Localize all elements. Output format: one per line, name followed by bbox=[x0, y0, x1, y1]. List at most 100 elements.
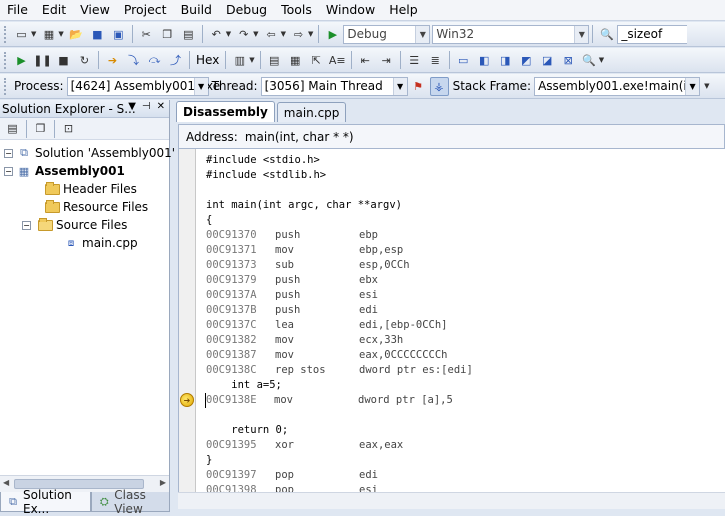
find-icon[interactable]: 🔍 bbox=[580, 51, 599, 70]
continue-icon[interactable]: ▶ bbox=[12, 51, 31, 70]
solution-platform-combo[interactable]: Win32 ▼ bbox=[432, 24, 590, 44]
thread-combo[interactable]: [3056] Main Thread ▼ bbox=[260, 76, 408, 96]
menu-project[interactable]: Project bbox=[117, 0, 174, 20]
collapse-icon[interactable]: − bbox=[4, 148, 13, 158]
chevron-down-icon[interactable]: ▼ bbox=[415, 25, 430, 43]
menu-view[interactable]: View bbox=[73, 0, 117, 20]
flag-threads-icon[interactable]: ⚑ bbox=[409, 77, 428, 96]
comment-out-icon[interactable]: ▤ bbox=[265, 51, 284, 70]
navigate-backward-icon[interactable]: ⇦ bbox=[262, 25, 281, 44]
clear-bookmarks-icon[interactable]: ⊠ bbox=[559, 51, 578, 70]
menu-edit[interactable]: Edit bbox=[35, 0, 73, 20]
paste-icon[interactable]: ▤ bbox=[179, 25, 198, 44]
indicator-margin[interactable]: ➔ bbox=[179, 149, 196, 492]
increase-indent-icon[interactable]: ⇥ bbox=[377, 51, 396, 70]
previous-bookmark-icon[interactable]: ◧ bbox=[475, 51, 494, 70]
toolbar-grip[interactable] bbox=[4, 25, 7, 43]
tab-disassembly[interactable]: Disassembly bbox=[176, 101, 275, 122]
properties-icon[interactable]: ▤ bbox=[3, 119, 22, 138]
navigate-forward-dropdown-icon[interactable]: ▼ bbox=[308, 30, 313, 38]
auto-hide-pin-icon[interactable]: ⊣ bbox=[142, 101, 151, 112]
step-into-icon[interactable]: ⤵ bbox=[124, 51, 143, 70]
menu-debug[interactable]: Debug bbox=[219, 0, 274, 20]
next-bookmark-folder-icon[interactable]: ◪ bbox=[538, 51, 557, 70]
menu-window[interactable]: Window bbox=[319, 0, 382, 20]
process-combo[interactable]: [4624] Assembly001.exe ▼ bbox=[66, 76, 220, 96]
tab-solution-explorer[interactable]: ⧉ Solution Ex... bbox=[0, 488, 92, 516]
add-item-icon[interactable]: ▦ bbox=[39, 25, 58, 44]
find-dropdown-icon[interactable]: ▼ bbox=[599, 56, 604, 64]
filter-threads-icon[interactable]: ⚶ bbox=[429, 76, 449, 96]
undo-dropdown-icon[interactable]: ▼ bbox=[226, 30, 231, 38]
tab-class-view[interactable]: ⛭ Class View bbox=[91, 488, 170, 516]
redo-icon[interactable]: ↷ bbox=[234, 25, 253, 44]
previous-bookmark-folder-icon[interactable]: ◩ bbox=[517, 51, 536, 70]
stack-frame-combo[interactable]: Assembly001.exe!main(int a ▼ bbox=[534, 76, 701, 96]
menu-help[interactable]: Help bbox=[382, 0, 425, 20]
new-project-icon[interactable]: ▭ bbox=[12, 25, 31, 44]
collapse-icon[interactable]: − bbox=[4, 166, 13, 176]
start-debugging-icon[interactable]: ▶ bbox=[323, 25, 342, 44]
hex-display-toggle[interactable]: Hex bbox=[196, 53, 219, 67]
uncomment-icon[interactable]: ▦ bbox=[286, 51, 305, 70]
menu-tools[interactable]: Tools bbox=[274, 0, 319, 20]
menu-build[interactable]: Build bbox=[174, 0, 219, 20]
open-file-icon[interactable]: 📂 bbox=[67, 25, 86, 44]
toggle-bookmark-icon[interactable]: ▭ bbox=[454, 51, 473, 70]
navigate-backward-dropdown-icon[interactable]: ▼ bbox=[281, 30, 286, 38]
toolbar-grip[interactable] bbox=[4, 51, 7, 69]
tree-item-header-files[interactable]: Header Files bbox=[0, 180, 169, 198]
text-format-icon[interactable]: A≡ bbox=[328, 51, 347, 70]
tab-main-cpp[interactable]: main.cpp bbox=[276, 102, 347, 122]
debug-windows-dropdown-icon[interactable]: ▼ bbox=[249, 56, 254, 64]
chevron-down-icon[interactable]: ▼ bbox=[193, 77, 208, 95]
undo-icon[interactable]: ↶ bbox=[207, 25, 226, 44]
current-statement-arrow-icon[interactable]: ➔ bbox=[180, 393, 194, 407]
toolbar-grip[interactable] bbox=[4, 77, 7, 95]
editor-horizontal-scrollbar[interactable] bbox=[178, 492, 725, 509]
scroll-left-icon[interactable]: ◀ bbox=[3, 478, 9, 487]
restart-icon[interactable]: ↻ bbox=[75, 51, 94, 70]
breakpoints-window-icon[interactable]: ▥ bbox=[230, 51, 249, 70]
close-icon[interactable]: ✕ bbox=[157, 101, 165, 112]
chevron-down-icon[interactable]: ▼ bbox=[392, 77, 407, 95]
tree-item-resource-files[interactable]: Resource Files bbox=[0, 198, 169, 216]
cut-icon[interactable]: ✂ bbox=[137, 25, 156, 44]
show-next-statement-icon[interactable]: ➔ bbox=[103, 51, 122, 70]
address-input[interactable]: main(int, char * *) bbox=[245, 130, 354, 144]
find-combo[interactable]: _sizeof bbox=[617, 24, 688, 44]
tree-item-solution[interactable]: − ⧉ Solution 'Assembly001' (1 p bbox=[0, 144, 203, 162]
redo-dropdown-icon[interactable]: ▼ bbox=[253, 30, 258, 38]
tree-item-project[interactable]: − ▦ Assembly001 bbox=[0, 162, 169, 180]
pointer-icon[interactable]: ⇱ bbox=[307, 51, 326, 70]
chevron-down-icon[interactable]: ▼ bbox=[574, 25, 589, 43]
solution-configuration-combo[interactable]: Debug ▼ bbox=[343, 24, 431, 44]
bookmark-list-icon[interactable]: ≣ bbox=[426, 51, 445, 70]
copy-icon[interactable]: ❐ bbox=[158, 25, 177, 44]
step-out-icon[interactable]: ⤴ bbox=[166, 51, 185, 70]
collapse-icon[interactable]: − bbox=[22, 220, 31, 230]
next-bookmark-icon[interactable]: ◨ bbox=[496, 51, 515, 70]
menu-file[interactable]: File bbox=[0, 0, 35, 20]
new-project-dropdown-icon[interactable]: ▼ bbox=[31, 30, 36, 38]
tree-item-source-files[interactable]: − Source Files bbox=[0, 216, 169, 234]
view-class-diagram-icon[interactable]: ⊡ bbox=[59, 119, 78, 138]
toolbar-overflow-icon[interactable]: ▼ bbox=[704, 82, 709, 90]
window-position-icon[interactable]: ▼ bbox=[128, 101, 136, 112]
navigate-forward-icon[interactable]: ⇨ bbox=[289, 25, 308, 44]
find-in-files-icon[interactable]: 🔍 bbox=[597, 25, 616, 44]
step-over-icon[interactable]: ⤼ bbox=[145, 51, 164, 70]
stop-debugging-icon[interactable]: ■ bbox=[54, 51, 73, 70]
save-all-icon[interactable]: ▣ bbox=[109, 25, 128, 44]
scroll-right-icon[interactable]: ▶ bbox=[160, 478, 166, 487]
list-icon[interactable]: ☰ bbox=[405, 51, 424, 70]
disassembly-editor[interactable]: ➔ #include <stdio.h> #include <stdlib.h> i… bbox=[178, 149, 725, 492]
add-item-dropdown-icon[interactable]: ▼ bbox=[58, 30, 63, 38]
tree-item-main-cpp[interactable]: ⧈ main.cpp bbox=[0, 234, 169, 252]
decrease-indent-icon[interactable]: ⇤ bbox=[356, 51, 375, 70]
show-all-files-icon[interactable]: ❐ bbox=[31, 119, 50, 138]
break-all-icon[interactable]: ❚❚ bbox=[33, 51, 52, 70]
save-icon[interactable]: ■ bbox=[88, 25, 107, 44]
code-view[interactable]: #include <stdio.h> #include <stdlib.h> int… bbox=[205, 153, 725, 492]
chevron-down-icon[interactable]: ▼ bbox=[685, 77, 700, 95]
